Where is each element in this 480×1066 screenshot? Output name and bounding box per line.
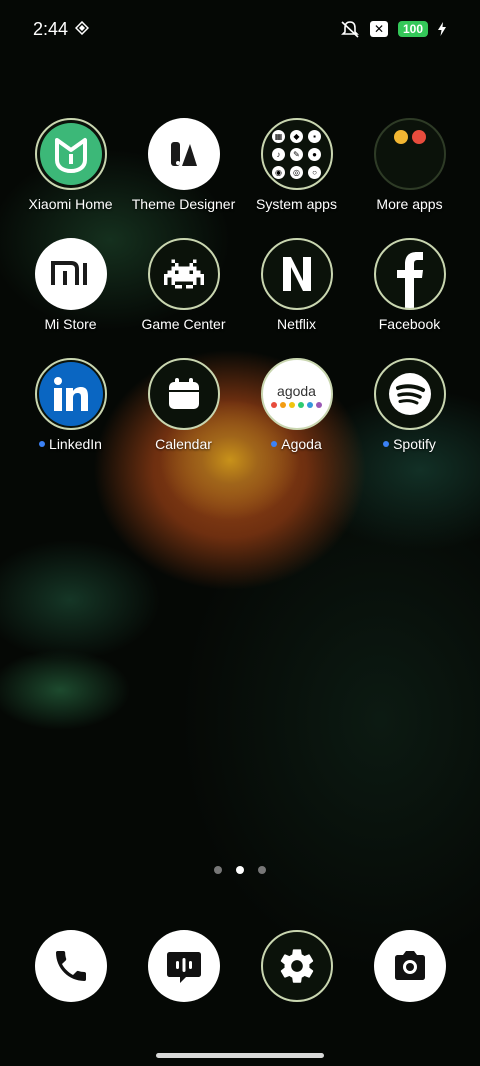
folder-mini-icon: ● <box>308 147 321 161</box>
app-label: Game Center <box>141 316 226 332</box>
folder-mini-icon: ◆ <box>290 129 303 143</box>
diamond-icon <box>75 21 89 35</box>
app-label: More apps <box>376 196 443 212</box>
messages-icon[interactable] <box>147 930 220 1002</box>
xiaomi-home-icon[interactable] <box>34 118 107 190</box>
app-label: Agoda <box>271 436 322 452</box>
app-label: Netflix <box>277 316 316 332</box>
system-apps-folder-icon[interactable]: ▦ ◆ ▪ ♪ ✎ ● ◉ ◎ ○ <box>260 118 333 190</box>
status-time: 2:44 <box>33 19 69 39</box>
folder-mini-icon <box>393 130 408 144</box>
theme-designer-icon[interactable] <box>147 118 220 190</box>
folder-mini-icon: ▦ <box>272 129 285 143</box>
folder-mini-icon: ◉ <box>272 165 285 179</box>
dock <box>14 930 466 1002</box>
page-dot-active[interactable] <box>236 866 244 874</box>
app-linkedin[interactable]: LinkedIn <box>14 358 127 452</box>
settings-icon[interactable] <box>260 930 333 1002</box>
charging-icon <box>438 22 446 36</box>
app-facebook[interactable]: Facebook <box>353 238 466 332</box>
more-apps-folder-icon[interactable] <box>373 118 446 190</box>
new-install-dot <box>383 441 390 447</box>
status-icons: ✕ 100 <box>340 20 446 38</box>
app-more-apps[interactable]: More apps <box>353 118 466 212</box>
mi-store-icon[interactable] <box>34 238 107 310</box>
close-box-icon: ✕ <box>369 21 388 37</box>
silent-icon <box>341 21 359 38</box>
app-netflix[interactable]: Netflix <box>240 238 353 332</box>
app-system-apps[interactable]: ▦ ◆ ▪ ♪ ✎ ● ◉ ◎ ○ System apps <box>240 118 353 212</box>
app-agoda[interactable]: agoda Agoda <box>240 358 353 452</box>
app-theme-designer[interactable]: Theme Designer <box>127 118 240 212</box>
page-indicator[interactable] <box>0 866 480 874</box>
phone-icon[interactable] <box>34 930 107 1002</box>
linkedin-icon[interactable] <box>34 358 107 430</box>
folder-mini-icon: ◎ <box>290 165 303 179</box>
facebook-icon[interactable] <box>373 238 446 310</box>
app-grid: Xiaomi Home Theme Designer ▦ ◆ ▪ ♪ ✎ ● ◉… <box>14 118 466 452</box>
agoda-icon[interactable]: agoda <box>260 358 333 430</box>
app-label: Theme Designer <box>131 196 236 212</box>
folder-mini-icon: ▪ <box>308 129 321 143</box>
folder-mini-icon <box>411 130 426 144</box>
new-install-dot <box>271 441 278 447</box>
app-label: System apps <box>256 196 337 212</box>
netflix-icon[interactable] <box>260 238 333 310</box>
app-label: Mi Store <box>44 316 97 332</box>
camera-icon[interactable] <box>373 930 446 1002</box>
app-label: Facebook <box>378 316 441 332</box>
battery-indicator: 100 <box>397 21 428 37</box>
status-bar: 2:44 ✕ 100 <box>0 0 480 58</box>
home-gesture-bar[interactable] <box>156 1053 324 1058</box>
app-mi-store[interactable]: Mi Store <box>14 238 127 332</box>
app-label: Spotify <box>383 436 436 452</box>
app-label: Xiaomi Home <box>28 196 113 212</box>
folder-mini-icon: ○ <box>308 165 321 179</box>
folder-mini-icon: ♪ <box>272 147 285 161</box>
page-dot[interactable] <box>258 866 266 874</box>
page-dot[interactable] <box>214 866 222 874</box>
app-game-center[interactable]: Game Center <box>127 238 240 332</box>
app-calendar[interactable]: Calendar <box>127 358 240 452</box>
calendar-icon[interactable] <box>147 358 220 430</box>
app-spotify[interactable]: Spotify <box>353 358 466 452</box>
app-label: LinkedIn <box>39 436 102 452</box>
spotify-icon[interactable] <box>373 358 446 430</box>
folder-mini-icon: ✎ <box>290 147 303 161</box>
app-label: Calendar <box>155 436 212 452</box>
app-xiaomi-home[interactable]: Xiaomi Home <box>14 118 127 212</box>
game-center-icon[interactable] <box>147 238 220 310</box>
new-install-dot <box>39 441 46 447</box>
